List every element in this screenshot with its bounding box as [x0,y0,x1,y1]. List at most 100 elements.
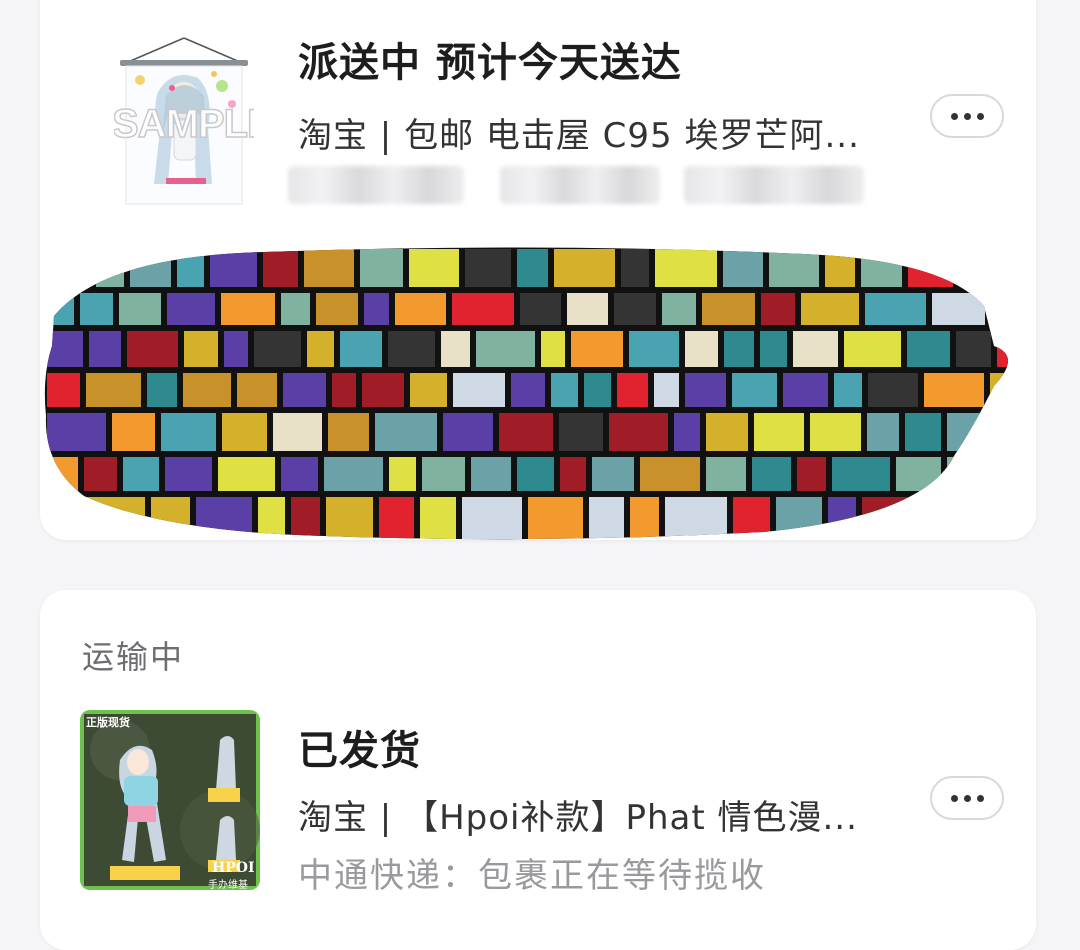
mosaic-tile [304,249,354,287]
mosaic-tile [258,497,285,539]
mosaic-tile [161,413,216,451]
mosaic-tile [825,249,855,287]
order-status-title: 派送中 预计今天送达 [298,40,682,86]
more-horizontal-icon [950,112,958,120]
mosaic-tile [520,293,561,325]
thumbnail-badge-wiki: 手办维基 [208,880,248,890]
mosaic-tile [316,293,358,325]
mosaic-tile [183,373,231,407]
mosaic-tile [947,413,1009,451]
mosaic-tile [130,249,171,287]
more-horizontal-icon-dot [976,794,984,802]
mosaic-tile [702,293,755,325]
mosaic-tile [307,331,334,367]
mosaic-tile [410,373,447,407]
mosaic-tile [674,413,700,451]
mosaic-tile [389,457,416,491]
mosaic-tile [614,293,656,325]
tracking-status: 中通快递：包裹正在等待揽收 [298,856,766,896]
mosaic-tile [96,249,124,287]
mosaic-tile [273,413,322,451]
product-thumbnail-scroll[interactable]: SAMPLE [114,34,254,208]
mosaic-tile [196,497,252,539]
mosaic-tile [123,457,159,491]
mosaic-tile [797,457,826,491]
more-horizontal-icon-dot [963,794,971,802]
mosaic-tile [868,373,918,407]
mosaic-tile [86,373,141,407]
mosaic-tile [567,293,608,325]
mosaic-tile [84,457,117,491]
mosaic-tile [640,457,700,491]
mosaic-tile [801,293,859,325]
mosaic-tile [281,293,310,325]
mosaic-tile [453,373,505,407]
mosaic-tile [254,331,301,367]
mosaic-tile [517,457,554,491]
mosaic-tile [571,331,623,367]
mosaic-tile [517,249,548,287]
mosaic-tile [47,413,106,451]
mosaic-tile [476,331,535,367]
thumbnail-badge-top: 正版现货 [86,716,130,729]
order-description: 淘宝 | 【Hpoi补款】Phat 情色漫... [298,798,858,838]
mosaic-tile [706,413,748,451]
mosaic-tile [379,497,414,539]
mosaic-tile [409,249,459,287]
product-thumbnail-figure[interactable]: 正版现货 HPOI 手办维基 [80,710,260,890]
mosaic-tile [86,497,145,539]
mosaic-tile [112,413,155,451]
mosaic-tile [947,457,984,491]
mosaic-tile [221,293,275,325]
mosaic-tile [621,249,649,287]
mosaic-tile [554,249,615,287]
mosaic-tile [959,249,989,287]
mosaic-pattern-graphic [44,247,1009,540]
mosaic-tile [184,331,218,367]
mosaic-tile [560,457,586,491]
mosaic-tile [976,497,1009,539]
mosaic-tile [862,497,919,539]
mosaic-tile [47,457,78,491]
mosaic-tile [119,293,161,325]
mosaic-tile [559,413,603,451]
order-card-in-transit[interactable]: 运输中 正版现货 HPOI 手办维基 已发货 淘宝 | 【Hpoi补款】Phat… [40,590,1036,950]
mosaic-tile [907,331,950,367]
mosaic-tile [511,373,545,407]
mosaic-tile [395,293,446,325]
more-horizontal-icon [950,794,958,802]
mosaic-tile [462,497,522,539]
mosaic-tile [326,497,373,539]
mosaic-tile [629,331,679,367]
mosaic-tile [832,457,890,491]
more-options-button[interactable] [930,94,1004,138]
mosaic-tile [865,293,926,325]
mosaic-tile [332,373,356,407]
mosaic-tile [617,373,648,407]
mosaic-tile [443,413,493,451]
mosaic-tile [47,373,80,407]
section-label-in-transit: 运输中 [82,638,185,676]
redacted-text-blur [500,166,660,204]
mosaic-tile [47,293,74,325]
mosaic-tile [328,413,369,451]
mosaic-tile [167,293,215,325]
mosaic-tile [360,249,403,287]
mosaic-tile [281,457,318,491]
mosaic-tile [896,457,941,491]
mosaic-tile [291,497,320,539]
mosaic-tile [147,373,177,407]
mosaic-tile [662,293,696,325]
redacted-text-blur [288,166,464,204]
mosaic-tile [932,293,985,325]
mosaic-tile [422,457,465,491]
mosaic-tile [665,497,727,539]
mosaic-tile [844,331,901,367]
order-card-delivering[interactable]: SAMPLE 派送中 预计今天送达 淘宝 | 包邮 电击屋 C95 埃罗芒阿..… [40,0,1036,540]
more-options-button[interactable] [930,776,1004,820]
mosaic-tile [471,457,511,491]
sample-watermark: SAMPLE [114,101,254,147]
mosaic-tile [324,457,383,491]
mosaic-tile [925,497,970,539]
mosaic-tile [47,331,83,367]
